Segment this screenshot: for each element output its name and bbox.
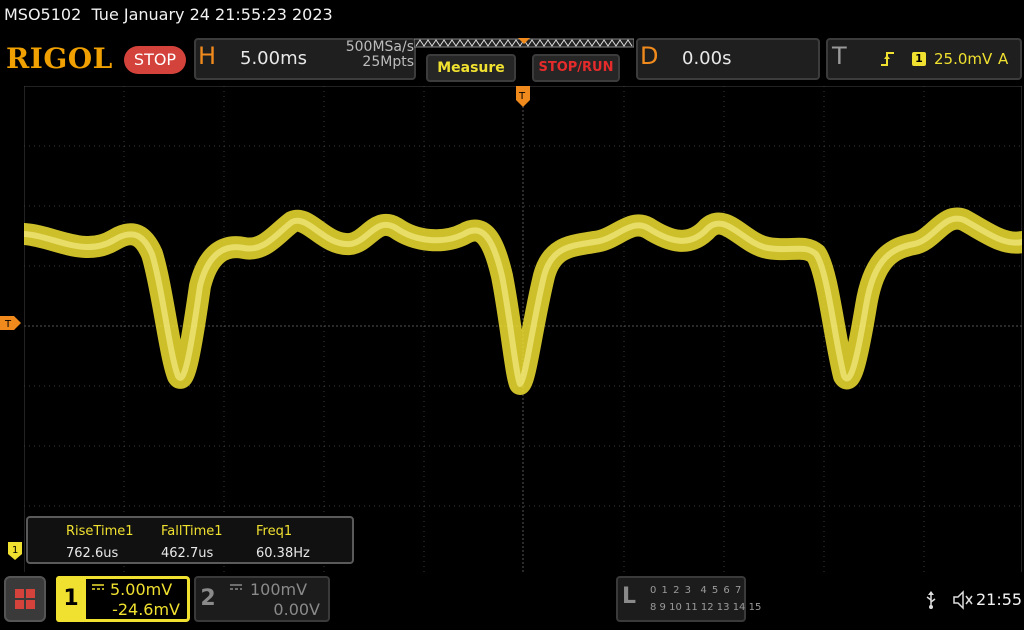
delay-label: D bbox=[640, 42, 659, 70]
trigger-position-marker-text: T bbox=[518, 91, 526, 102]
main-menu-button[interactable] bbox=[4, 576, 46, 622]
trigger-level: 25.0mV bbox=[934, 50, 993, 68]
trigger-position-marker[interactable]: T bbox=[516, 86, 530, 108]
measure-button[interactable]: Measure bbox=[426, 54, 516, 82]
title-text: MSO5102 Tue January 24 21:55:23 2023 bbox=[4, 0, 333, 30]
stop-run-button[interactable]: STOP/RUN bbox=[532, 54, 620, 82]
top-control-bar: RIGOL STOP H 5.00ms 500MSa/s 25Mpts Meas… bbox=[0, 32, 1024, 84]
trigger-source-badge: 1 bbox=[912, 52, 926, 66]
delay-value: 0.00s bbox=[682, 48, 732, 69]
measurement-label: FallTime1 bbox=[161, 524, 223, 539]
model-name: MSO5102 bbox=[4, 5, 82, 24]
rising-edge-icon bbox=[881, 52, 894, 66]
ch2-vertical-scale: 100mV bbox=[250, 580, 308, 599]
ch2-label: 2 bbox=[200, 586, 216, 611]
measurement-value: 462.7us bbox=[161, 546, 214, 561]
sample-rate: 500MSa/s bbox=[345, 39, 414, 55]
measurement-label: RiseTime1 bbox=[66, 524, 134, 539]
title-bar: MSO5102 Tue January 24 21:55:23 2023 bbox=[0, 0, 1024, 30]
logic-channels-low: 0 1 2 3 4 5 6 7 bbox=[650, 585, 743, 596]
waveform-display[interactable] bbox=[24, 86, 1022, 590]
usb-icon bbox=[926, 591, 936, 609]
acquisition-info: 500MSa/s 25Mpts bbox=[302, 40, 414, 70]
trigger-level-marker[interactable]: T bbox=[0, 316, 22, 330]
speaker-muted-icon[interactable] bbox=[952, 590, 974, 610]
run-status-badge[interactable]: STOP bbox=[124, 46, 186, 74]
trigger-mode: A bbox=[998, 50, 1009, 68]
ch1-vertical-offset: -24.6mV bbox=[112, 600, 180, 619]
ch1-label: 1 bbox=[56, 576, 86, 622]
ch1-offset-marker[interactable]: 1 bbox=[8, 542, 22, 560]
memory-depth: 25Mpts bbox=[362, 54, 414, 70]
measurement-panel[interactable]: RiseTime1 762.6us FallTime1 462.7us Freq… bbox=[26, 516, 354, 564]
trigger-level-marker-text: T bbox=[4, 319, 12, 330]
dc-coupling-icon bbox=[92, 584, 104, 590]
system-clock: 21:55 bbox=[976, 590, 1023, 609]
grid-menu-icon bbox=[15, 589, 35, 609]
horizontal-label: H bbox=[198, 42, 217, 70]
trigger-label: T bbox=[832, 42, 847, 70]
memory-position-strip bbox=[414, 38, 634, 48]
timebase-value: 5.00ms bbox=[240, 48, 307, 69]
ch2-vertical-offset: 0.00V bbox=[273, 600, 320, 619]
ch1-offset-marker-text: 1 bbox=[12, 545, 18, 556]
measurement-value: 762.6us bbox=[66, 546, 119, 561]
ch1-vertical-scale: 5.00mV bbox=[110, 580, 173, 599]
logic-analyzer-label: L bbox=[622, 584, 637, 609]
brand-logo: RIGOL bbox=[6, 42, 113, 75]
measurement-label: Freq1 bbox=[256, 524, 293, 539]
measurement-value: 60.38Hz bbox=[256, 546, 310, 561]
logic-channels-high: 8 9 10 11 12 13 14 15 bbox=[650, 602, 762, 613]
datetime: Tue January 24 21:55:23 2023 bbox=[91, 5, 333, 24]
dc-coupling-icon bbox=[230, 584, 242, 590]
